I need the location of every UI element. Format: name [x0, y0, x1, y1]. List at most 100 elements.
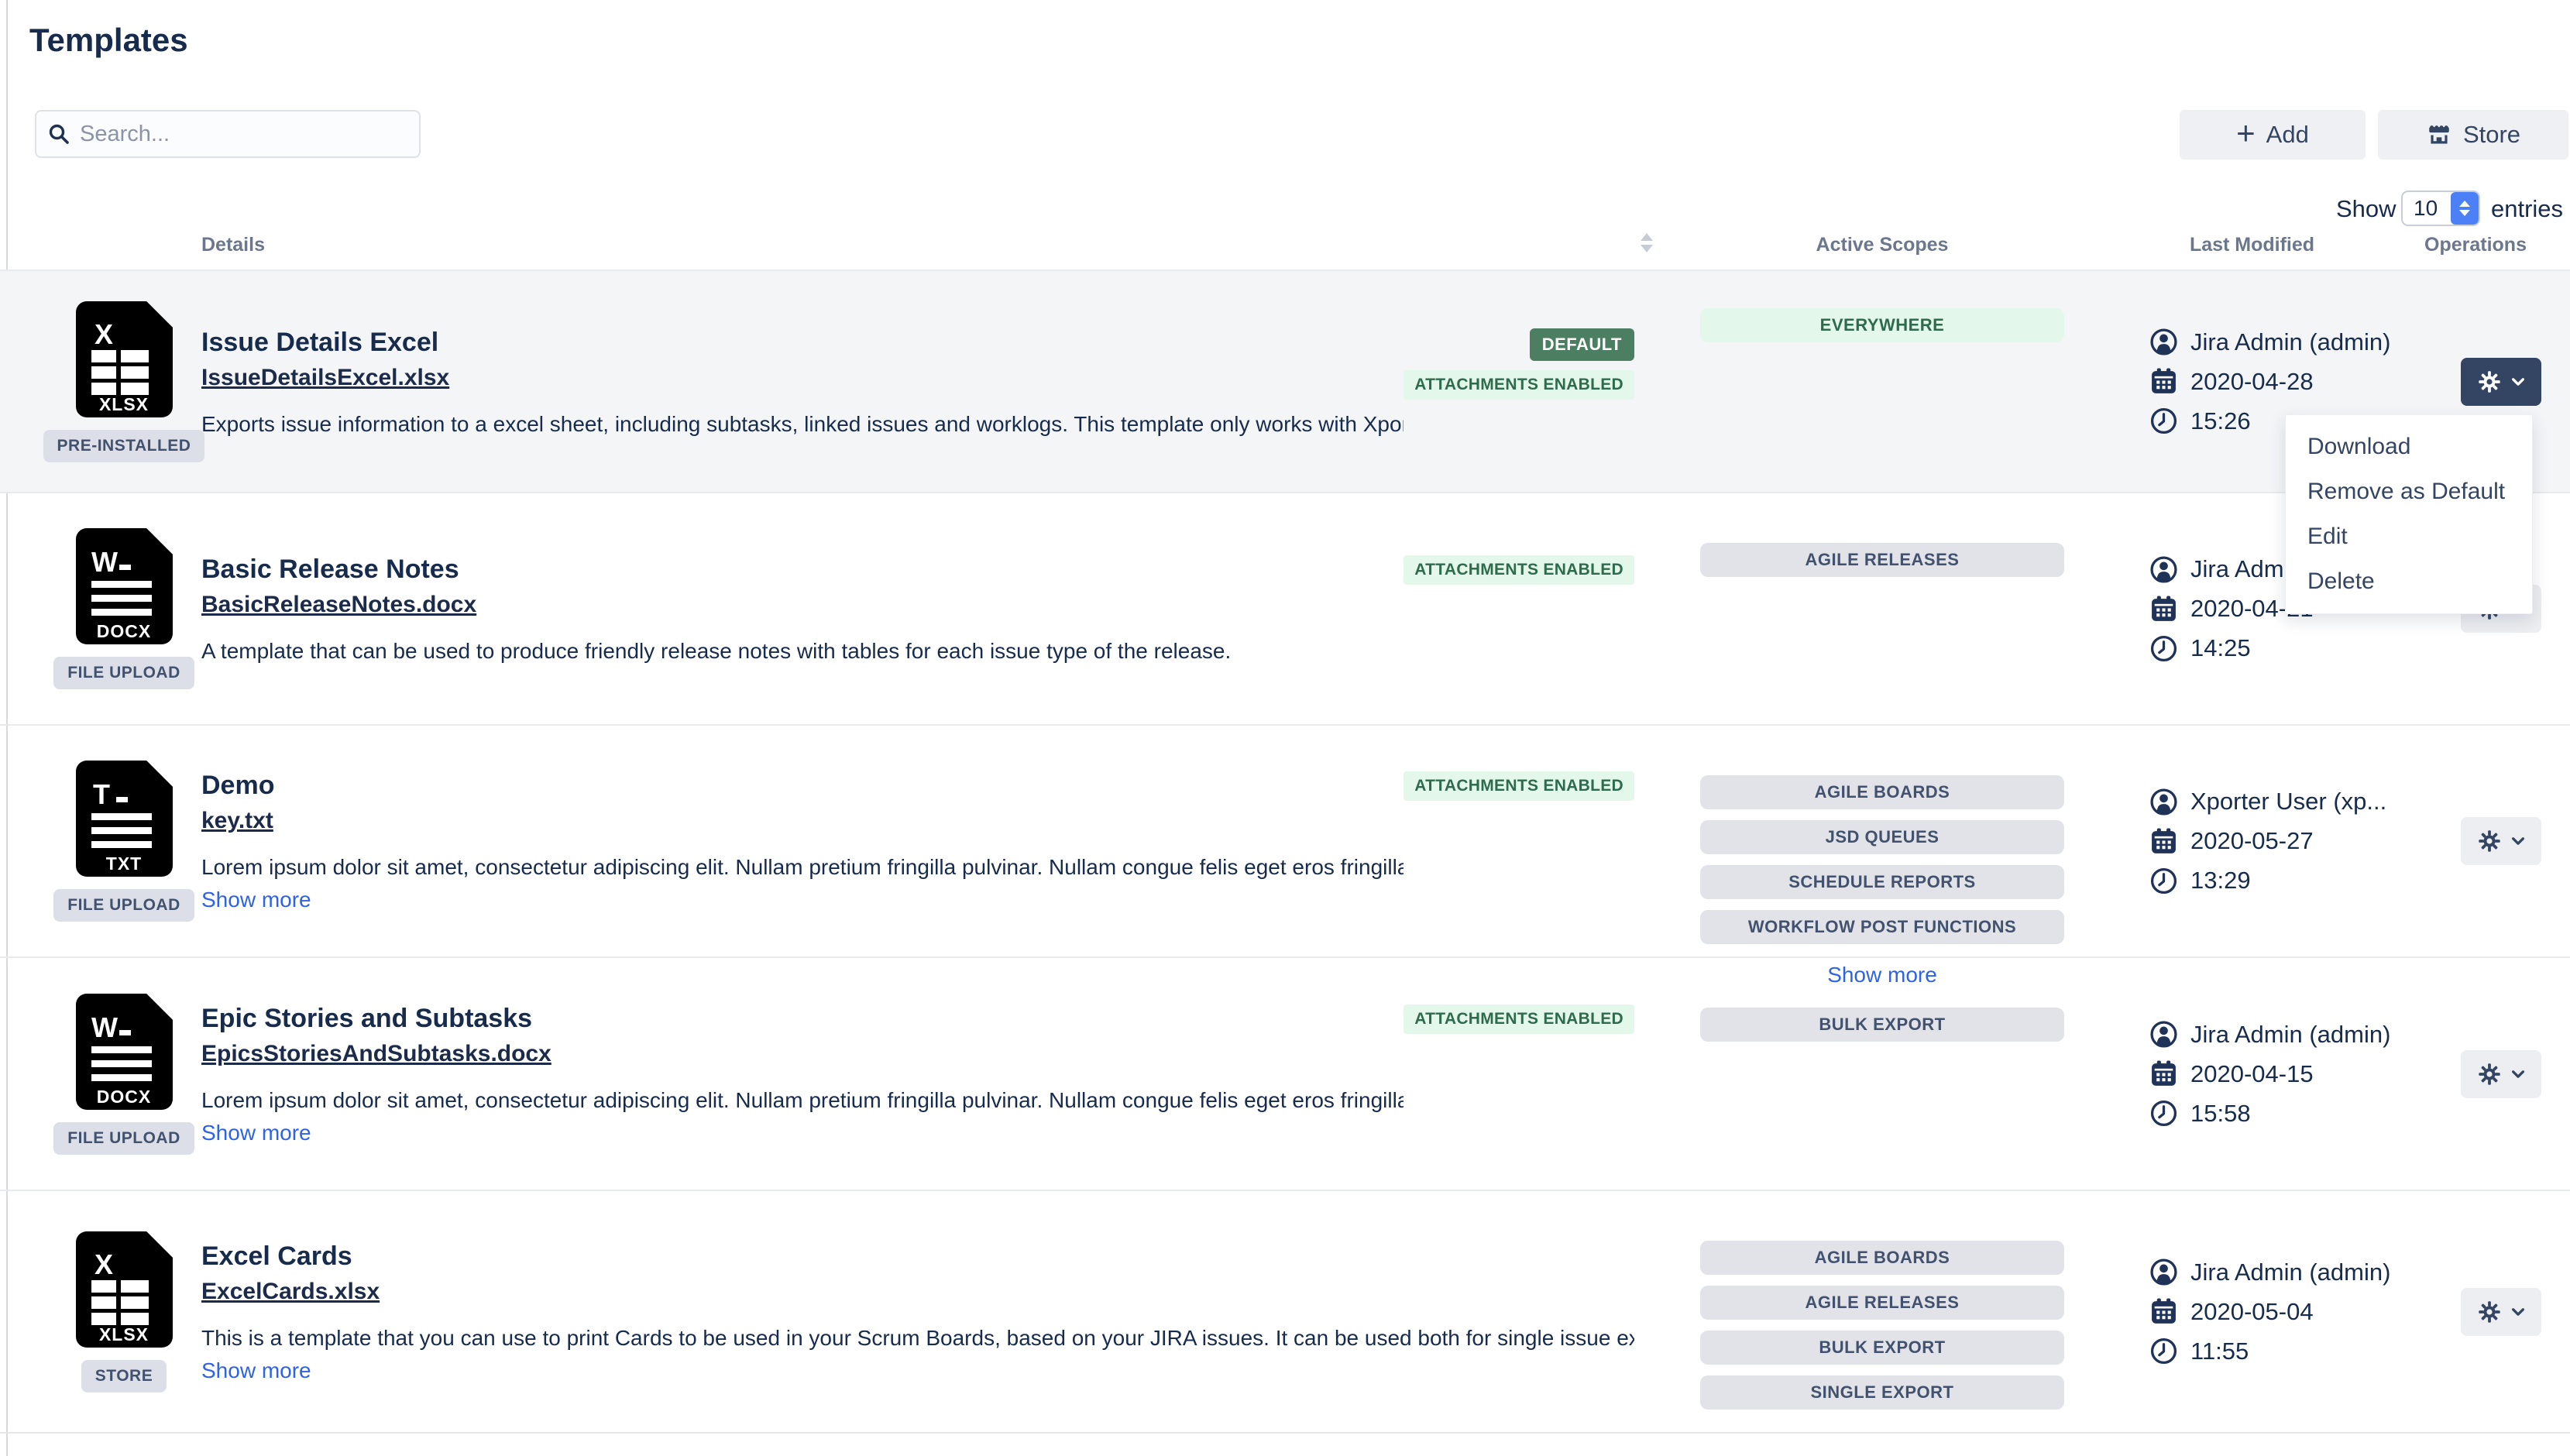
source-badge: PRE-INSTALLED	[43, 430, 205, 462]
modified-date: 2020-05-04	[2190, 1298, 2314, 1326]
template-description: This is a template that you can use to p…	[201, 1324, 1634, 1352]
store-button-label: Store	[2463, 121, 2520, 149]
show-more-link[interactable]: Show more	[201, 886, 311, 914]
header-active-scopes: Active Scopes	[1681, 234, 2084, 256]
user-icon	[2149, 328, 2178, 356]
header-details: Details	[201, 234, 265, 256]
template-description: A template that can be used to produce f…	[201, 637, 1404, 665]
svg-text:TXT: TXT	[105, 853, 141, 874]
clock-icon	[2149, 407, 2178, 435]
gear-icon	[2476, 1061, 2503, 1087]
scope-badge: AGILE BOARDS	[1700, 775, 2064, 809]
template-description: Exports issue information to a excel she…	[201, 410, 1404, 438]
svg-text:W: W	[91, 1011, 118, 1043]
chevron-down-icon	[2510, 1066, 2526, 1082]
svg-text:XLSX: XLSX	[98, 394, 148, 414]
header-operations: Operations	[2355, 234, 2548, 256]
select-spinner-icon	[2451, 192, 2479, 225]
template-title: Issue Details Excel	[201, 325, 1404, 359]
clock-icon	[2149, 1337, 2178, 1365]
txt-file-icon: T TXT	[76, 761, 173, 877]
calendar-icon	[2149, 595, 2178, 623]
scope-badge: AGILE RELEASES	[1700, 543, 2064, 577]
scope-badge: WORKFLOW POST FUNCTIONS	[1700, 910, 2064, 944]
table-row-excel-cards: X XLSX STORE Excel Cards ExcelCards.xlsx…	[0, 1190, 2570, 1434]
entries-label: entries	[2491, 195, 2563, 223]
store-button[interactable]: Store	[2378, 110, 2568, 160]
scope-badge-everywhere: EVERYWHERE	[1700, 308, 2064, 342]
template-description: Lorem ipsum dolor sit amet, consectetur …	[201, 853, 1404, 881]
search-box[interactable]	[35, 110, 421, 158]
modified-date: 2020-04-28	[2190, 368, 2314, 396]
table-row-issue-details-excel: X XLSX PRE-INSTALLED Issue Details Excel…	[0, 270, 2570, 492]
user-icon	[2149, 1020, 2178, 1049]
attachments-enabled-badge: ATTACHMENTS ENABLED	[1404, 771, 1634, 801]
scope-badge: AGILE BOARDS	[1700, 1241, 2064, 1275]
calendar-icon	[2149, 1059, 2178, 1088]
operations-menu-button[interactable]	[2461, 817, 2541, 865]
source-badge: STORE	[81, 1360, 167, 1392]
calendar-icon	[2149, 827, 2178, 856]
user-icon	[2149, 788, 2178, 816]
template-description: Lorem ipsum dolor sit amet, consectetur …	[201, 1087, 1404, 1114]
page-size-value: 10	[2403, 192, 2451, 225]
scope-badge: SINGLE EXPORT	[1700, 1375, 2064, 1410]
menu-item-remove-as-default[interactable]: Remove as Default	[2286, 469, 2532, 514]
svg-text:DOCX: DOCX	[96, 1087, 150, 1107]
header-last-modified: Last Modified	[2149, 234, 2355, 256]
operations-menu-button[interactable]	[2461, 358, 2541, 406]
templates-table: X XLSX PRE-INSTALLED Issue Details Excel…	[0, 270, 2570, 1434]
scope-badge: JSD QUEUES	[1700, 820, 2064, 854]
page-title: Templates	[29, 22, 188, 59]
table-row-basic-release-notes: W DOCX FILE UPLOAD Basic Release Notes B…	[0, 492, 2570, 724]
template-file-link[interactable]: ExcelCards.xlsx	[201, 1276, 380, 1307]
template-file-link[interactable]: IssueDetailsExcel.xlsx	[201, 362, 449, 393]
template-file-link[interactable]: key.txt	[201, 805, 273, 836]
user-icon	[2149, 555, 2178, 584]
clock-icon	[2149, 867, 2178, 895]
gear-icon	[2476, 369, 2503, 395]
scope-badge: SCHEDULE REPORTS	[1700, 865, 2064, 899]
modified-time: 11:55	[2190, 1338, 2249, 1365]
operations-menu-button[interactable]	[2461, 1288, 2541, 1336]
show-more-link[interactable]: Show more	[201, 1357, 311, 1385]
menu-item-download[interactable]: Download	[2286, 424, 2532, 469]
scope-badge: AGILE RELEASES	[1700, 1286, 2064, 1320]
svg-text:DOCX: DOCX	[96, 621, 150, 641]
menu-item-delete[interactable]: Delete	[2286, 559, 2532, 604]
svg-text:T: T	[93, 778, 110, 810]
calendar-icon	[2149, 367, 2178, 396]
modified-time: 13:29	[2190, 867, 2251, 895]
page-size-select[interactable]: 10	[2401, 191, 2480, 226]
chevron-down-icon	[2510, 374, 2526, 390]
source-badge: FILE UPLOAD	[53, 889, 194, 922]
add-button[interactable]: + Add	[2180, 110, 2366, 160]
xlsx-file-icon: X XLSX	[76, 301, 173, 417]
attachments-enabled-badge: ATTACHMENTS ENABLED	[1404, 370, 1634, 400]
table-row-demo: T TXT FILE UPLOAD Demo key.txt Lorem ips…	[0, 724, 2570, 956]
docx-file-icon: W DOCX	[76, 528, 173, 644]
table-row-epic-stories-and-subtasks: W DOCX FILE UPLOAD Epic Stories and Subt…	[0, 956, 2570, 1190]
clock-icon	[2149, 1099, 2178, 1128]
template-title: Demo	[201, 768, 1404, 802]
operations-menu-button[interactable]	[2461, 1050, 2541, 1098]
template-title: Epic Stories and Subtasks	[201, 1001, 1404, 1035]
xlsx-file-icon: X XLSX	[76, 1231, 173, 1348]
template-file-link[interactable]: EpicsStoriesAndSubtasks.docx	[201, 1039, 551, 1070]
sort-icon[interactable]	[1641, 233, 1653, 252]
modified-date: 2020-04-15	[2190, 1060, 2314, 1088]
chevron-down-icon	[2510, 833, 2526, 849]
show-more-link[interactable]: Show more	[201, 1119, 311, 1147]
docx-file-icon: W DOCX	[76, 994, 173, 1110]
calendar-icon	[2149, 1297, 2178, 1326]
store-icon	[2426, 122, 2452, 148]
search-input[interactable]	[80, 122, 408, 147]
scope-badge: BULK EXPORT	[1700, 1331, 2064, 1365]
template-title: Excel Cards	[201, 1239, 1634, 1273]
template-file-link[interactable]: BasicReleaseNotes.docx	[201, 589, 476, 620]
attachments-enabled-badge: ATTACHMENTS ENABLED	[1404, 1004, 1634, 1034]
attachments-enabled-badge: ATTACHMENTS ENABLED	[1404, 555, 1634, 585]
source-badge: FILE UPLOAD	[53, 657, 194, 689]
menu-item-edit[interactable]: Edit	[2286, 514, 2532, 559]
svg-text:W: W	[91, 546, 118, 578]
